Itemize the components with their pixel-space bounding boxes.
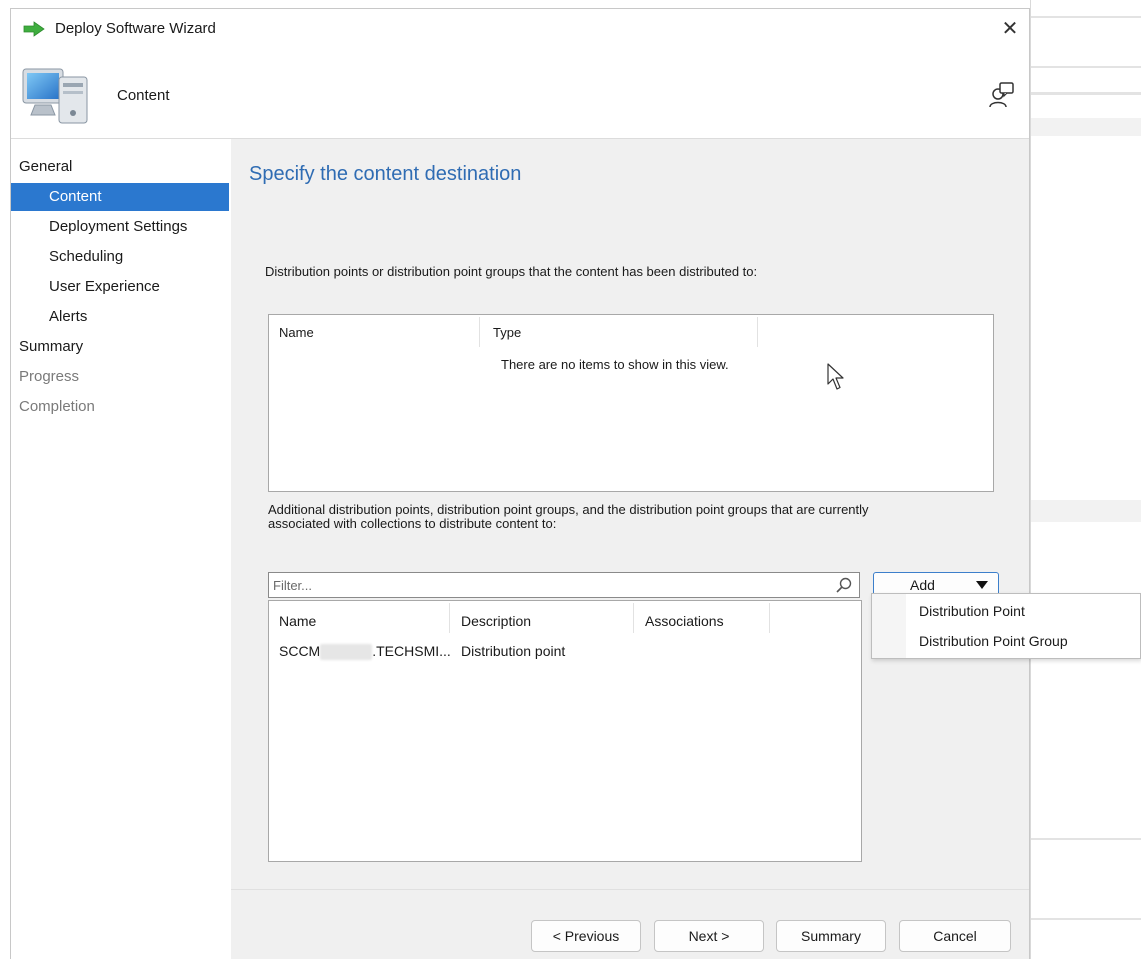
column-header-name[interactable]: Name [279, 613, 316, 629]
additional-destinations-label: Additional distribution points, distribu… [268, 503, 968, 531]
previous-button[interactable]: < Previous [531, 920, 641, 952]
filter-input[interactable] [273, 576, 813, 595]
add-button-label: Add [910, 577, 935, 593]
row-description-cell: Distribution point [461, 643, 566, 659]
column-separator [633, 603, 634, 633]
background-app-window [1030, 0, 1141, 959]
help-icon[interactable] [987, 81, 1015, 109]
column-separator [449, 603, 450, 633]
close-button[interactable]: ✕ [995, 15, 1025, 43]
column-header-name[interactable]: Name [279, 325, 314, 340]
background-panel-header [1031, 500, 1141, 522]
column-separator [769, 603, 770, 633]
background-divider [1031, 92, 1141, 95]
background-left-strip [0, 0, 10, 959]
menu-item-distribution-point-group[interactable]: Distribution Point Group [872, 626, 1140, 656]
search-icon[interactable] [835, 576, 853, 594]
nav-item-deployment-settings[interactable]: Deployment Settings [11, 213, 229, 241]
close-icon: ✕ [1001, 18, 1019, 40]
redacted-text [320, 644, 373, 661]
nav-item-progress: Progress [19, 368, 80, 385]
filter-box [268, 572, 860, 598]
column-separator [757, 317, 758, 347]
column-separator [479, 317, 480, 347]
background-divider [1031, 66, 1141, 68]
empty-list-message: There are no items to show in this view. [501, 357, 729, 372]
cancel-button[interactable]: Cancel [899, 920, 1011, 952]
distributed-to-label: Distribution points or distribution poin… [265, 264, 758, 279]
nav-item-general[interactable]: General [11, 153, 229, 181]
nav-item-content[interactable]: Content [11, 183, 229, 211]
nav-item-summary[interactable]: Summary [11, 333, 229, 361]
wizard-header: Content [11, 49, 1029, 139]
page-title: Specify the content destination [249, 163, 522, 185]
row-name-prefix: SCCM [279, 643, 321, 659]
window-title: Deploy Software Wizard [55, 20, 216, 37]
deploy-software-wizard-window: Deploy Software Wizard ✕ Content General… [10, 8, 1030, 959]
wizard-nav: General Content Deployment Settings Sche… [11, 139, 231, 959]
background-toolbar [1031, 118, 1141, 136]
row-name-suffix: .TECHSMI... [372, 643, 451, 659]
additional-destinations-label-line: Additional distribution points, distribu… [268, 502, 869, 517]
content-page: Specify the content destination Distribu… [231, 139, 1029, 889]
next-button[interactable]: Next > [654, 920, 764, 952]
background-divider [1031, 838, 1141, 840]
nav-item-alerts[interactable]: Alerts [11, 303, 229, 331]
green-arrow-icon [23, 21, 45, 37]
nav-item-completion: Completion [19, 398, 95, 415]
additional-destinations-list[interactable]: Name Description Associations SCCM .TECHS… [268, 600, 862, 862]
title-bar: Deploy Software Wizard ✕ [11, 9, 1029, 49]
mouse-cursor-icon [827, 363, 844, 390]
background-divider [1031, 16, 1141, 18]
distributed-to-list[interactable]: Name Type There are no items to show in … [268, 314, 994, 492]
wizard-footer: < Previous Next > Summary Cancel [231, 889, 1029, 959]
column-header-description[interactable]: Description [461, 613, 531, 629]
row-name-cell: SCCM .TECHSMI... [279, 643, 451, 661]
header-page-title: Content [117, 87, 170, 104]
nav-item-user-experience[interactable]: User Experience [11, 273, 229, 301]
computer-icon [22, 68, 88, 124]
column-header-type[interactable]: Type [493, 325, 521, 340]
menu-item-distribution-point[interactable]: Distribution Point [872, 596, 1140, 626]
summary-button[interactable]: Summary [776, 920, 886, 952]
background-divider [1031, 918, 1141, 920]
table-row[interactable]: SCCM .TECHSMI... Distribution point [269, 639, 861, 665]
dropdown-arrow-icon [976, 581, 988, 589]
add-dropdown-menu: Distribution Point Distribution Point Gr… [871, 593, 1141, 659]
nav-item-scheduling[interactable]: Scheduling [11, 243, 229, 271]
column-header-associations[interactable]: Associations [645, 613, 724, 629]
additional-destinations-label-line: associated with collections to distribut… [268, 516, 557, 531]
